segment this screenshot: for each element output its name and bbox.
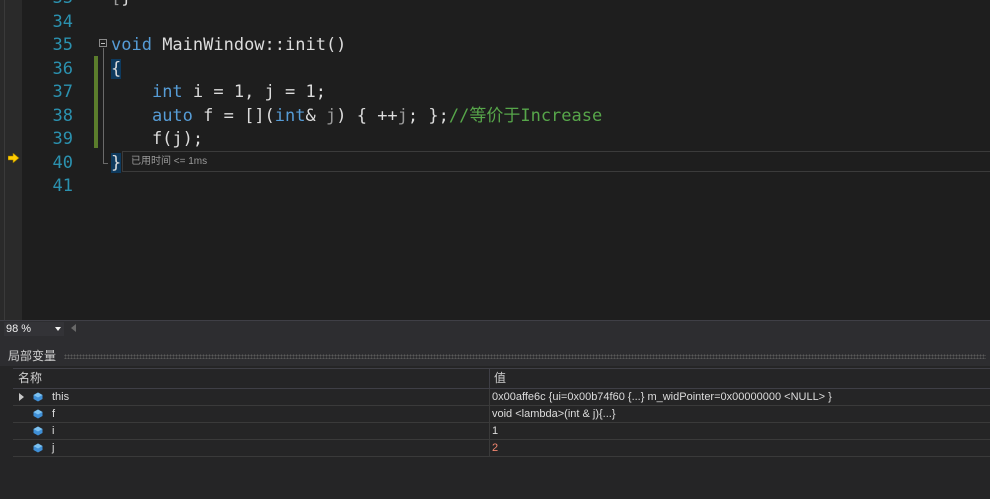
code-text: auto f = [](int& j) { ++j; };//等价于Increa… (111, 105, 602, 128)
locals-grid: 名称 值 this 0x00affe6c {ui=0x00b74f60 {...}… (4, 366, 990, 499)
current-line-highlight (122, 151, 990, 172)
code-token: } (121, 0, 131, 8)
column-header-value[interactable]: 值 (494, 369, 506, 388)
code-token: ) { ++ (336, 105, 398, 126)
code-line[interactable]: 38 auto f = [](int& j) { ++j; };//等价于Inc… (0, 105, 990, 128)
code-token: i = 1, j = 1; (182, 82, 326, 102)
line-number: 40 (52, 152, 73, 173)
keyword-token: int (274, 105, 306, 126)
locals-row-this[interactable]: this 0x00affe6c {ui=0x00b74f60 {...} m_wi… (13, 389, 990, 406)
code-token: f = []( (192, 105, 275, 126)
column-separator (489, 423, 490, 439)
comment-token: //等价于Increase (448, 105, 603, 126)
variable-name: i (52, 425, 55, 437)
code-line[interactable]: 39 f(j); (0, 128, 990, 151)
zoom-level-value: 98 % (6, 323, 32, 335)
line-number: 35 (52, 35, 73, 55)
variable-value[interactable]: 1 (492, 423, 498, 439)
code-token: j (397, 105, 408, 126)
variable-value[interactable]: void <lambda>(int & j){...} (492, 406, 616, 422)
column-separator (489, 389, 490, 405)
code-token: } (111, 152, 122, 173)
code-text: void MainWindow::init() (111, 34, 346, 57)
line-number: 33 (22, 0, 73, 10)
code-text: int i = 1, j = 1; (111, 81, 326, 104)
keyword-token: void (111, 35, 152, 55)
drag-grip[interactable] (64, 354, 986, 359)
locals-title-bar[interactable]: 局部变量 (0, 346, 990, 366)
chevron-down-icon (55, 327, 61, 331)
code-text: } (111, 152, 122, 175)
locals-title: 局部变量 (8, 349, 57, 363)
line-number: 38 (52, 105, 73, 126)
code-line[interactable]: 35 void MainWindow::init() (0, 34, 990, 57)
variable-icon (33, 443, 43, 453)
keyword-token: int (151, 82, 183, 102)
variable-name: f (52, 408, 56, 420)
line-number: 39 (52, 129, 73, 149)
code-token: [ (111, 0, 121, 8)
code-token: & (305, 105, 326, 126)
line-number: 36 (52, 58, 73, 79)
line-number: 34 (52, 11, 73, 32)
code-line[interactable]: 37 int i = 1, j = 1; (0, 81, 990, 104)
code-token: j (326, 105, 337, 126)
variable-icon (33, 426, 43, 436)
variable-icon (33, 409, 43, 419)
code-line[interactable]: 34 (0, 11, 990, 34)
keyword-token: auto (151, 105, 193, 126)
variable-name: j (52, 442, 55, 454)
code-text: [} (111, 0, 132, 10)
panel-gap (0, 337, 990, 346)
editor-zoom-bar: 98 % (0, 320, 990, 337)
locals-row-i[interactable]: i1 (13, 423, 990, 440)
locals-row-f[interactable]: f void <lambda>(int & j){...} (13, 406, 990, 423)
code-line[interactable]: 36 { (0, 58, 990, 81)
scroll-left-icon[interactable] (71, 324, 76, 332)
code-token: ; }; (407, 105, 449, 126)
code-line[interactable]: 41 (0, 175, 990, 198)
variable-value[interactable]: 2 (492, 440, 498, 456)
code-text: { (111, 58, 122, 81)
locals-window: 局部变量 名称 值 this 0x00affe6c {ui=0x00b74f60 … (0, 337, 990, 499)
column-header-name[interactable]: 名称 (18, 369, 42, 388)
code-token: MainWindow::init() (151, 35, 347, 55)
variable-value[interactable]: 0x00affe6c {ui=0x00b74f60 {...} m_widPoi… (492, 389, 832, 405)
expand-arrow-icon[interactable] (19, 393, 24, 401)
code-text: f(j); (111, 128, 203, 151)
code-token: { (111, 58, 122, 79)
column-separator (489, 440, 490, 456)
code-editor[interactable]: 33[}3435void MainWindow::init()36{37 int… (0, 0, 990, 320)
code-line[interactable]: 33 [} (0, 0, 990, 10)
locals-row-j[interactable]: j2 (13, 440, 990, 457)
elapsed-time-hint[interactable]: 已用时间 <= 1ms (131, 155, 207, 169)
variable-name: this (52, 391, 70, 403)
grid-header: 名称 值 (13, 368, 990, 389)
line-number: 37 (52, 82, 73, 102)
column-separator[interactable] (489, 369, 490, 388)
column-separator (489, 406, 490, 422)
zoom-level-select[interactable]: 98 % (4, 322, 64, 336)
variable-icon (33, 392, 43, 402)
line-number: 41 (52, 176, 73, 196)
code-token: f(j); (111, 129, 204, 149)
